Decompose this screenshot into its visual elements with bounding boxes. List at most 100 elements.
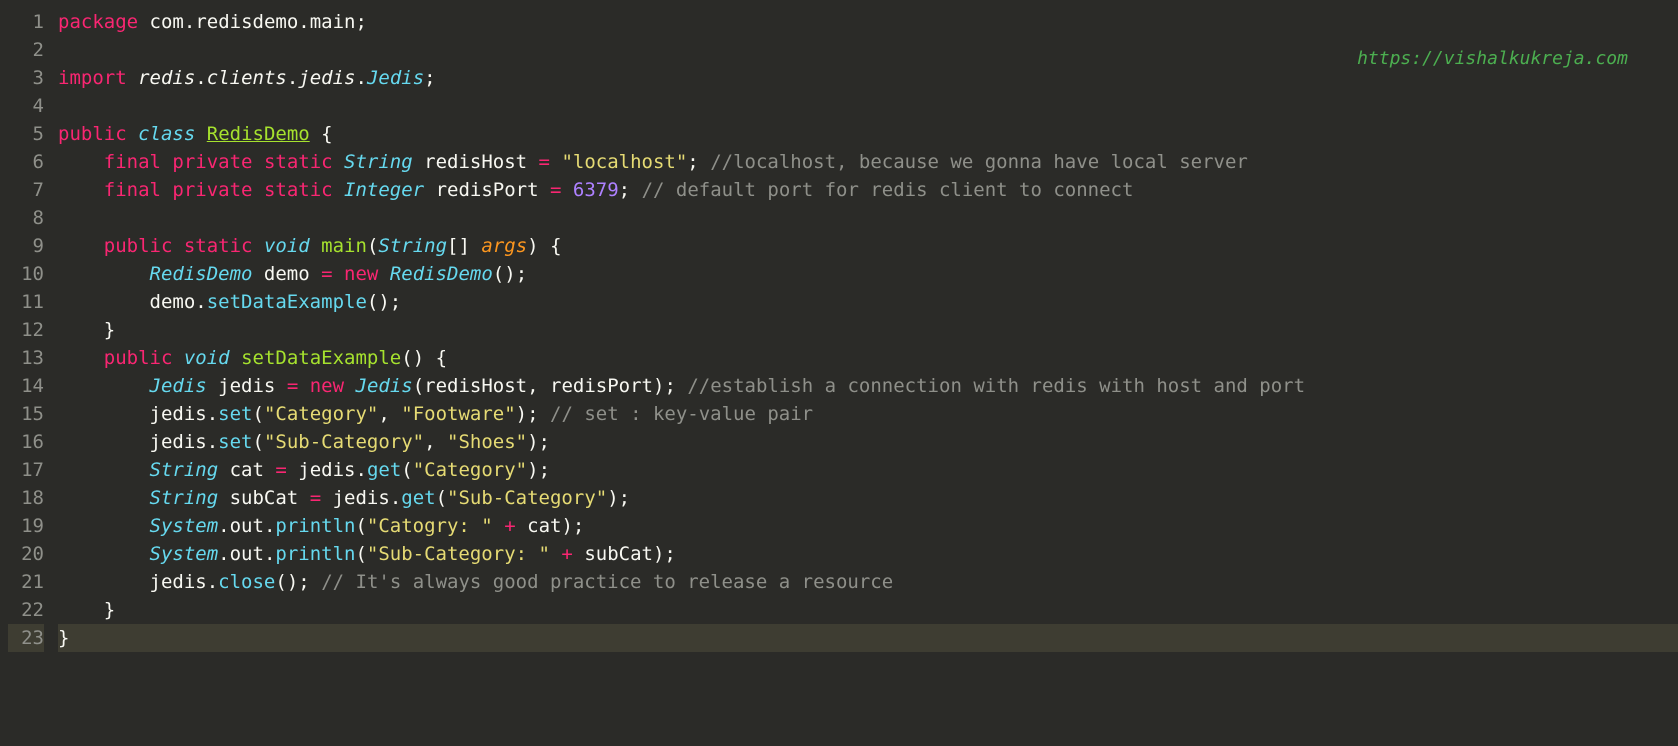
code-line[interactable]: RedisDemo demo = new RedisDemo();	[58, 260, 1678, 288]
method-get: get	[401, 487, 435, 509]
keyword-public: public	[104, 347, 173, 369]
line-number: 1	[8, 8, 44, 36]
operator-plus: +	[561, 543, 572, 565]
string-literal: "Sub-Category"	[447, 487, 607, 509]
method-main: main	[321, 235, 367, 257]
code-line[interactable]: public class RedisDemo {	[58, 120, 1678, 148]
dot: .	[218, 543, 229, 565]
dot: .	[356, 459, 367, 481]
line-number: 8	[8, 204, 44, 232]
var-redishost: redisHost	[424, 151, 527, 173]
package-segment: jedis	[298, 67, 355, 89]
var-jedis: jedis	[150, 403, 207, 425]
string-literal: "Sub-Category"	[264, 431, 424, 453]
code-editor: 1 2 3 4 5 6 7 8 9 10 11 12 13 14 15 16 1…	[0, 0, 1678, 746]
code-line[interactable]: demo.setDataExample();	[58, 288, 1678, 316]
code-line[interactable]: public static void main(String[] args) {	[58, 232, 1678, 260]
method-get: get	[367, 459, 401, 481]
string-literal: "Shoes"	[447, 431, 527, 453]
right-paren: )	[287, 571, 298, 593]
keyword-private: private	[172, 151, 252, 173]
right-paren: )	[527, 235, 538, 257]
right-bracket: ]	[458, 235, 469, 257]
method-set: set	[218, 431, 252, 453]
code-line[interactable]: public void setDataExample() {	[58, 344, 1678, 372]
dot: .	[207, 403, 218, 425]
semicolon: ;	[539, 459, 550, 481]
var-subcat: subCat	[230, 487, 299, 509]
code-line[interactable]: final private static String redisHost = …	[58, 148, 1678, 176]
keyword-void: void	[264, 235, 310, 257]
line-number: 12	[8, 316, 44, 344]
keyword-new: new	[344, 263, 378, 285]
dot: .	[298, 11, 309, 33]
comment: // default port for redis client to conn…	[642, 179, 1134, 201]
code-line[interactable]: jedis.set("Category", "Footware"); // se…	[58, 400, 1678, 428]
field-out: out	[230, 543, 264, 565]
code-line[interactable]: final private static Integer redisPort =…	[58, 176, 1678, 204]
left-brace: {	[321, 123, 332, 145]
code-line[interactable]: jedis.close(); // It's always good pract…	[58, 568, 1678, 596]
code-line[interactable]: System.out.println("Catogry: " + cat);	[58, 512, 1678, 540]
dot: .	[207, 431, 218, 453]
keyword-final: final	[104, 179, 161, 201]
number-literal: 6379	[573, 179, 619, 201]
semicolon: ;	[355, 11, 366, 33]
keyword-static: static	[264, 179, 333, 201]
keyword-final: final	[104, 151, 161, 173]
semicolon: ;	[664, 543, 675, 565]
right-paren: )	[504, 263, 515, 285]
operator-equals: =	[550, 179, 561, 201]
package-segment: com	[150, 11, 184, 33]
operator-plus: +	[504, 515, 515, 537]
dot: .	[184, 11, 195, 33]
type-string: String	[150, 459, 219, 481]
code-area[interactable]: https://vishalkukreja.com package com.re…	[58, 0, 1678, 746]
var-demo: demo	[264, 263, 310, 285]
code-line[interactable]: package com.redisdemo.main;	[58, 8, 1678, 36]
keyword-public: public	[58, 123, 127, 145]
string-literal: "Category"	[264, 403, 378, 425]
dot: .	[195, 67, 206, 89]
left-bracket: [	[447, 235, 458, 257]
type-string: String	[150, 487, 219, 509]
semicolon: ;	[527, 403, 538, 425]
watermark-link[interactable]: https://vishalkukreja.com	[1357, 45, 1628, 73]
var-cat: cat	[527, 515, 561, 537]
left-paren: (	[275, 571, 286, 593]
right-brace: }	[58, 627, 69, 649]
right-paren: )	[527, 459, 538, 481]
code-line[interactable]	[58, 204, 1678, 232]
string-literal: "localhost"	[561, 151, 687, 173]
code-line[interactable]: }	[58, 316, 1678, 344]
code-line[interactable]: }	[58, 596, 1678, 624]
code-line[interactable]: }	[58, 624, 1678, 652]
type-jedis: Jedis	[367, 67, 424, 89]
var-subcat: subCat	[584, 543, 653, 565]
code-line[interactable]: String cat = jedis.get("Category");	[58, 456, 1678, 484]
code-line[interactable]: jedis.set("Sub-Category", "Shoes");	[58, 428, 1678, 456]
keyword-private: private	[172, 179, 252, 201]
code-line[interactable]: System.out.println("Sub-Category: " + su…	[58, 540, 1678, 568]
method-set: set	[218, 403, 252, 425]
var-demo: demo	[150, 291, 196, 313]
keyword-class: class	[138, 123, 195, 145]
semicolon: ;	[298, 571, 309, 593]
comment: //establish a connection with redis with…	[687, 375, 1305, 397]
code-line[interactable]: Jedis jedis = new Jedis(redisHost, redis…	[58, 372, 1678, 400]
semicolon: ;	[573, 515, 584, 537]
dot: .	[264, 515, 275, 537]
line-number: 9	[8, 232, 44, 260]
type-string: String	[378, 235, 447, 257]
var-jedis: jedis	[150, 571, 207, 593]
code-line[interactable]	[58, 92, 1678, 120]
dot: .	[264, 543, 275, 565]
left-paren: (	[355, 543, 366, 565]
type-system: System	[150, 543, 219, 565]
dot: .	[218, 515, 229, 537]
code-line[interactable]: String subCat = jedis.get("Sub-Category"…	[58, 484, 1678, 512]
left-paren: (	[401, 459, 412, 481]
var-jedis: jedis	[150, 431, 207, 453]
line-number: 20	[8, 540, 44, 568]
line-number: 18	[8, 484, 44, 512]
